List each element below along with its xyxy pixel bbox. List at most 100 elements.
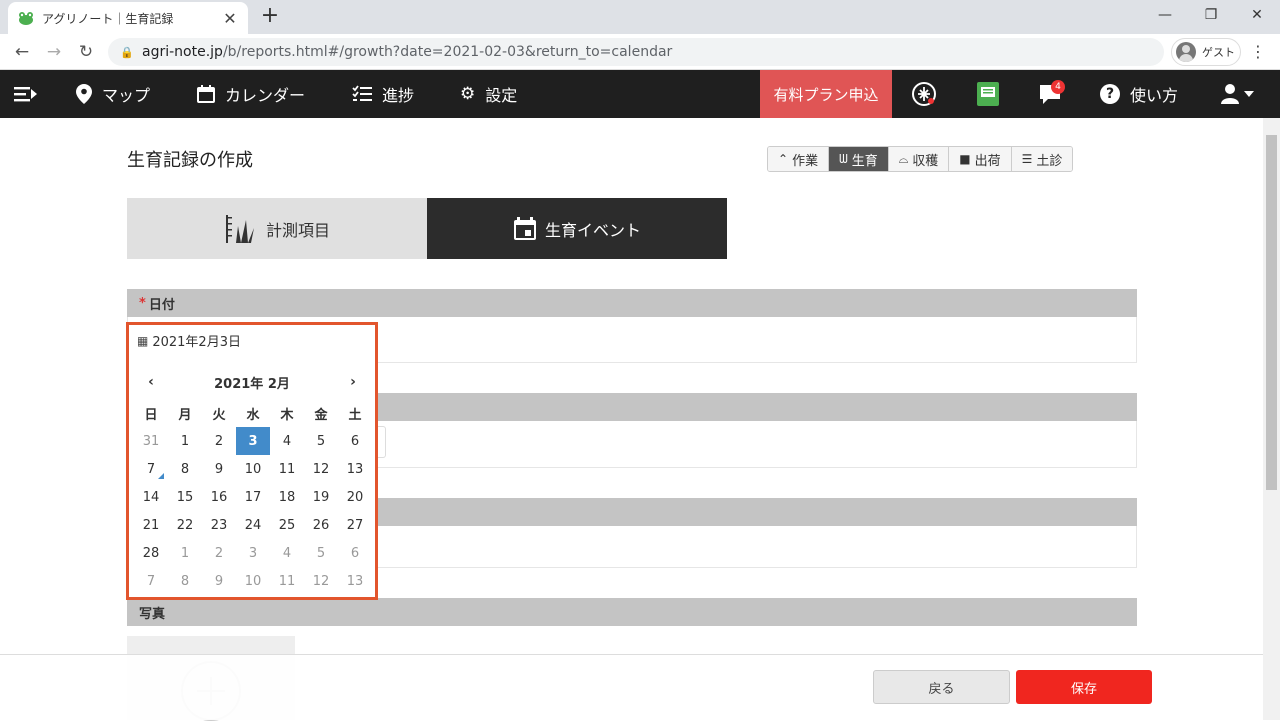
day-cell[interactable]: 1	[168, 427, 202, 455]
hoe-icon: ⌃	[778, 152, 789, 166]
back-button[interactable]: 戻る	[873, 670, 1010, 704]
close-tab-icon[interactable]: ✕	[222, 9, 238, 28]
today-marker-icon	[158, 473, 164, 479]
day-cell[interactable]: 9	[202, 567, 236, 595]
day-cell[interactable]: 9	[202, 455, 236, 483]
sliders-icon: ☰	[1021, 152, 1033, 166]
calendar-grid: 日 月 火 水 木 金 土 31 1 2 3 4 5 6 7 8 9 10 11…	[134, 399, 370, 595]
day-cell[interactable]: 2	[202, 539, 236, 567]
day-cell[interactable]: 11	[270, 567, 304, 595]
photo-section-label: 写真	[139, 606, 166, 622]
date-picker-popup: ▦ 2021年2月3日 ‹ 2021年 2月 › 日 月 火 水 木 金 土 3…	[126, 322, 378, 600]
day-cell[interactable]: 13	[338, 567, 372, 595]
user-menu-icon[interactable]	[1220, 70, 1256, 118]
day-cell[interactable]: 6	[338, 539, 372, 567]
day-cell[interactable]: 7	[134, 567, 168, 595]
save-button[interactable]: 保存	[1016, 670, 1152, 704]
calendar-event-icon	[513, 216, 536, 240]
weekday-label: 水	[246, 407, 260, 423]
rice-mark-icon[interactable]	[910, 80, 938, 108]
day-cell[interactable]: 31	[134, 427, 168, 455]
day-cell[interactable]: 8	[168, 455, 202, 483]
day-cell[interactable]: 4	[270, 427, 304, 455]
nav-calendar[interactable]: カレンダー	[197, 70, 305, 118]
lock-icon: 🔒	[120, 45, 134, 59]
nav-map[interactable]: マップ	[76, 70, 150, 118]
day-cell[interactable]: 3	[236, 539, 270, 567]
day-cell[interactable]: 12	[304, 567, 338, 595]
day-cell[interactable]: 18	[270, 483, 304, 511]
day-cell[interactable]: 12	[304, 455, 338, 483]
url-host: agri-note.jp	[142, 44, 223, 60]
weekday-label: 月	[178, 407, 192, 423]
photo-section-header: 写真	[127, 598, 1137, 626]
day-cell[interactable]: 21	[134, 511, 168, 539]
tab-measurement[interactable]: 計測項目	[127, 198, 427, 259]
menu-toggle-icon[interactable]	[14, 70, 38, 118]
day-cell[interactable]: 8	[168, 567, 202, 595]
day-cell[interactable]: 19	[304, 483, 338, 511]
next-month-button[interactable]: ›	[336, 374, 370, 390]
day-cell[interactable]: 16	[202, 483, 236, 511]
nav-progress[interactable]: 進捗	[352, 70, 414, 118]
tab-work[interactable]: ⌃ 作業	[768, 147, 830, 171]
tab-harvest[interactable]: ⌓ 収穫	[888, 147, 950, 171]
day-cell[interactable]: 25	[270, 511, 304, 539]
weekday-label: 日	[144, 407, 158, 423]
plant-icon: ᗯ	[839, 151, 848, 166]
paid-plan-button[interactable]: 有料プラン申込	[760, 70, 892, 118]
prev-month-button[interactable]: ‹	[134, 374, 168, 390]
url-field[interactable]: 🔒 agri-note.jp/b/reports.html#/growth?da…	[108, 38, 1164, 66]
day-cell[interactable]: 4	[270, 539, 304, 567]
day-cell[interactable]: 22	[168, 511, 202, 539]
day-cell[interactable]: 20	[338, 483, 372, 511]
day-cell[interactable]: 11	[270, 455, 304, 483]
day-cell[interactable]: 10	[236, 455, 270, 483]
tab-shipment[interactable]: ■ 出荷	[949, 147, 1012, 171]
forward-arrow-icon[interactable]: →	[42, 40, 66, 64]
day-cell[interactable]: 10	[236, 567, 270, 595]
reload-icon[interactable]: ↻	[74, 40, 98, 64]
day-cell[interactable]: 28	[134, 539, 168, 567]
ruler-grass-icon	[225, 214, 254, 243]
day-cell[interactable]: 13	[338, 455, 372, 483]
restore-icon[interactable]: ❐	[1188, 0, 1234, 30]
date-value: 2021年2月3日	[152, 335, 241, 350]
day-cell[interactable]: 23	[202, 511, 236, 539]
day-cell[interactable]: 15	[168, 483, 202, 511]
month-label[interactable]: 2021年 2月	[214, 373, 290, 392]
calendar-icon	[197, 85, 215, 103]
frog-favicon-icon	[19, 12, 33, 25]
day-cell[interactable]: 2	[202, 427, 236, 455]
minimize-icon[interactable]: —	[1142, 0, 1188, 30]
day-cell-today[interactable]: 7	[134, 455, 168, 483]
day-cell-selected[interactable]: 3	[236, 427, 270, 455]
profile-button[interactable]: ゲスト	[1171, 38, 1241, 66]
day-cell[interactable]: 14	[134, 483, 168, 511]
day-cell[interactable]: 24	[236, 511, 270, 539]
new-tab-button[interactable]: +	[258, 4, 282, 28]
nav-help[interactable]: ? 使い方	[1100, 70, 1178, 118]
ledger-book-icon[interactable]	[974, 80, 1002, 108]
map-pin-icon	[76, 84, 92, 104]
day-cell[interactable]: 5	[304, 427, 338, 455]
tab-soil[interactable]: ☰ 土診	[1011, 147, 1073, 171]
date-input[interactable]: ▦ 2021年2月3日	[137, 331, 241, 351]
day-cell[interactable]: 1	[168, 539, 202, 567]
scrollbar-thumb[interactable]	[1266, 135, 1277, 490]
browser-menu-icon[interactable]: ⋮	[1250, 42, 1266, 62]
back-arrow-icon[interactable]: ←	[10, 40, 34, 64]
required-mark: *	[139, 295, 146, 311]
tab-growth[interactable]: ᗯ 生育	[829, 147, 889, 171]
close-window-icon[interactable]: ✕	[1234, 0, 1280, 30]
day-cell[interactable]: 17	[236, 483, 270, 511]
weekday-label: 火	[212, 407, 226, 423]
tab-growth-event[interactable]: 生育イベント	[427, 198, 727, 259]
day-cell[interactable]: 6	[338, 427, 372, 455]
browser-tab[interactable]: アグリノート｜生育記録 ✕	[8, 2, 248, 34]
nav-settings[interactable]: ⚙ 設定	[460, 70, 517, 118]
day-cell[interactable]: 5	[304, 539, 338, 567]
gear-icon: ⚙	[460, 84, 476, 104]
day-cell[interactable]: 27	[338, 511, 372, 539]
day-cell[interactable]: 26	[304, 511, 338, 539]
